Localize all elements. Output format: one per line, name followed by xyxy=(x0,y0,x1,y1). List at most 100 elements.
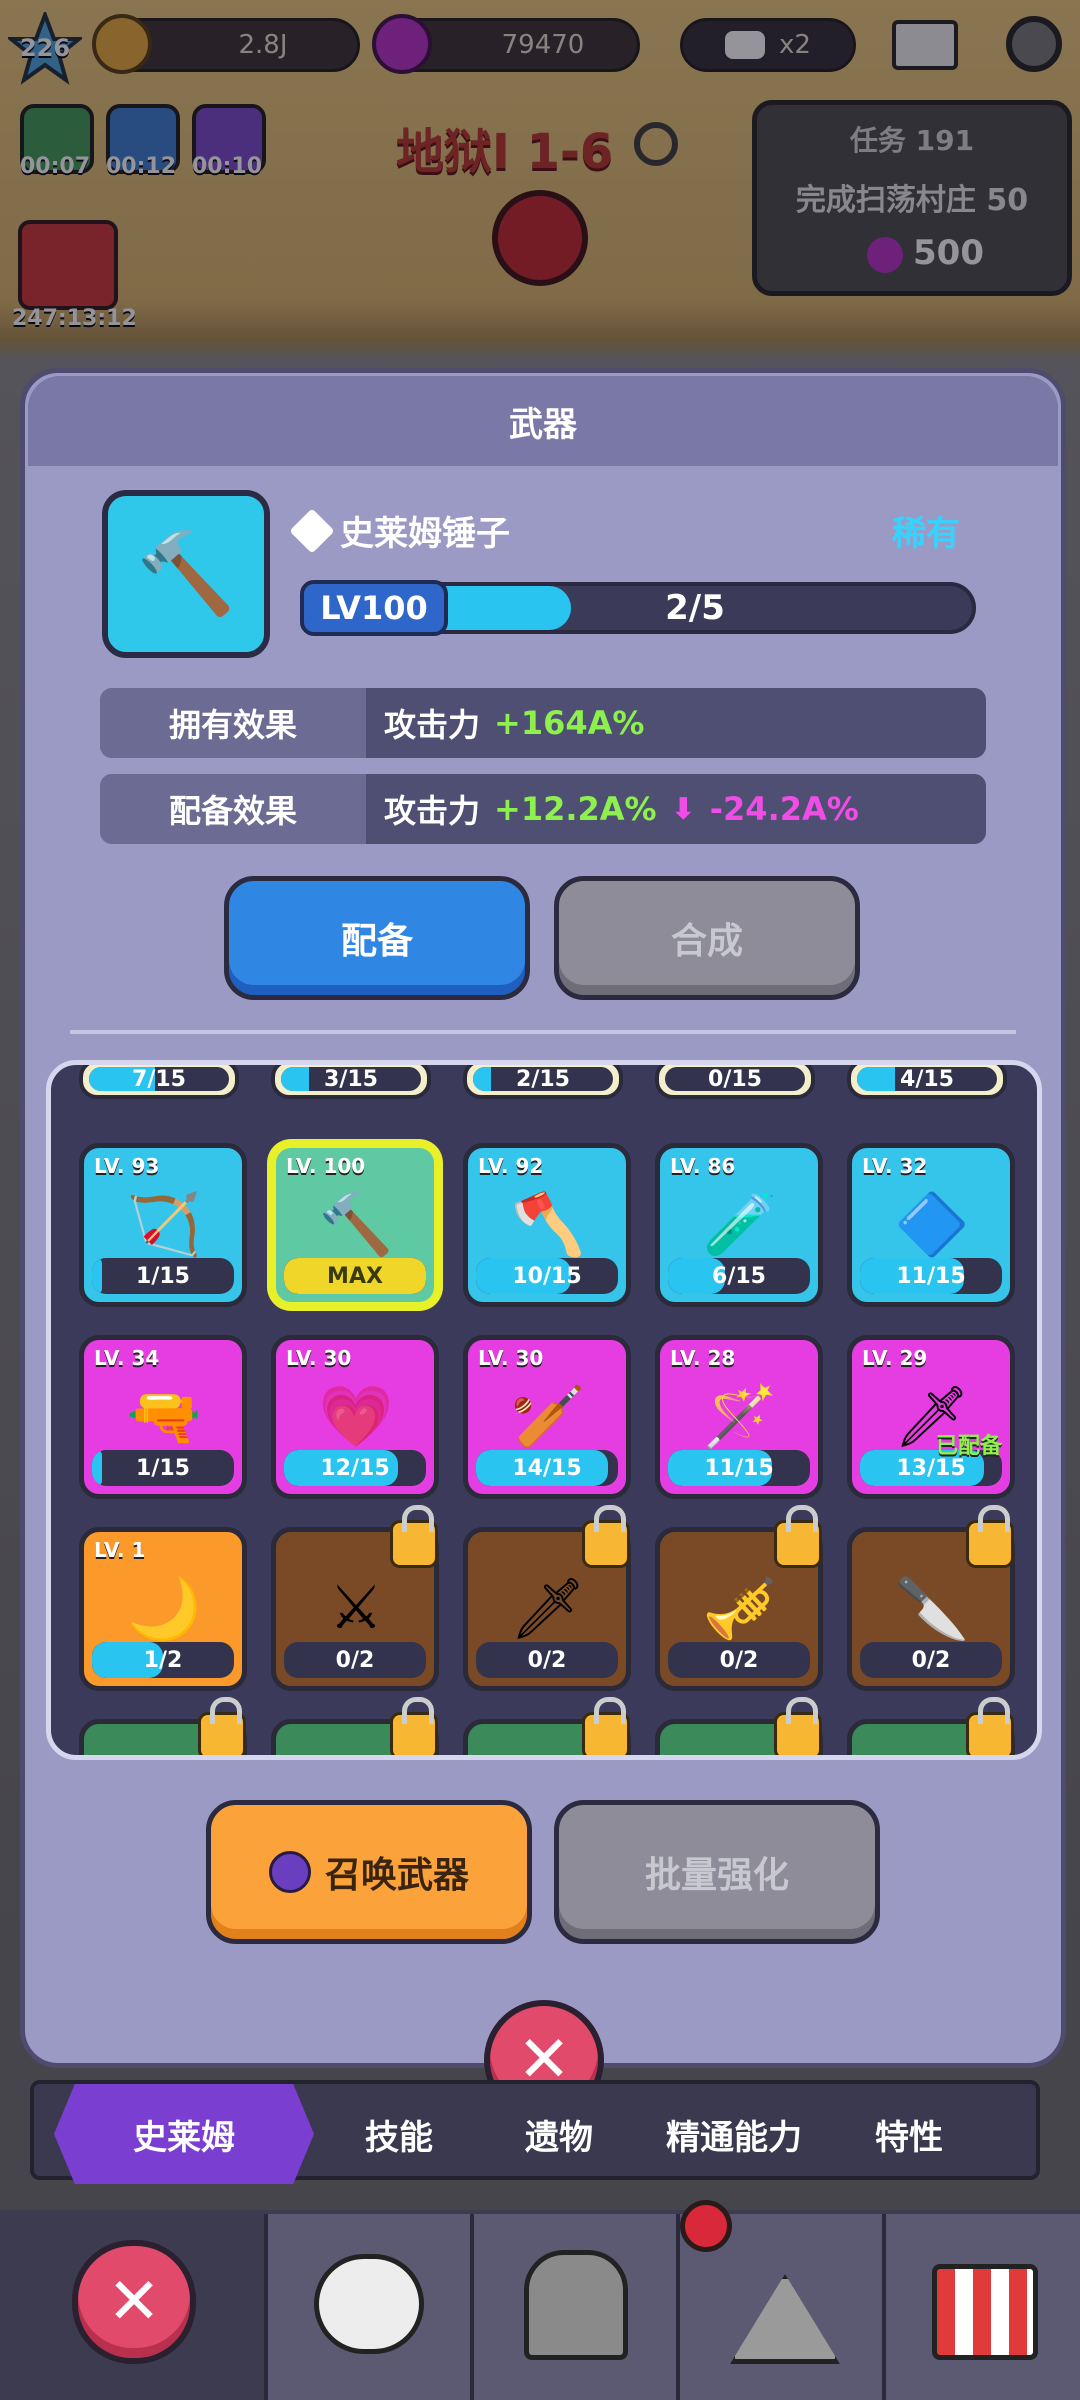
own-effect-stat: 攻击力 xyxy=(384,706,481,744)
weapon-name: 史莱姆锤子 xyxy=(340,514,510,554)
bottom-tabs: 史莱姆 技能 遗物 精通能力 特性 xyxy=(30,2080,1040,2184)
locked-blade-icon: 🗡 xyxy=(509,1573,587,1644)
partial-row-progress: 2/15 xyxy=(463,1065,623,1099)
bulk-upgrade-button[interactable]: 批量强化 xyxy=(554,1800,880,1944)
weapon-card[interactable]: LV. 29 🗡 13/15 已配备 xyxy=(847,1335,1015,1499)
summon-gem-icon xyxy=(268,1851,311,1893)
selected-weapon-icon: 🔨 xyxy=(102,490,270,658)
pickaxe-rock-icon xyxy=(730,2274,840,2364)
nav-dungeon[interactable] xyxy=(470,2214,676,2400)
weapon-level: LV. 29 xyxy=(862,1346,928,1370)
lock-icon xyxy=(582,1505,630,1568)
equip-effect-value-cell: 攻击力 +12.2A% ⬇ -24.2A% xyxy=(366,774,986,844)
sickle-icon: 🌙 xyxy=(126,1573,202,1644)
lock-icon xyxy=(966,1697,1014,1755)
weapon-card-locked-partial[interactable] xyxy=(463,1697,631,1755)
merge-button[interactable]: 合成 xyxy=(554,876,860,1000)
weapon-level: LV. 92 xyxy=(478,1154,544,1178)
weapon-card[interactable]: LV. 30 💗 12/15 xyxy=(271,1335,439,1499)
own-effect-label: 拥有效果 xyxy=(100,688,366,758)
equip-effect-value: +12.2A% xyxy=(494,790,657,828)
weapon-count-bar: 0/2 xyxy=(476,1642,618,1678)
nav-slime[interactable] xyxy=(264,2214,470,2400)
weapon-card[interactable]: LV. 32 🔷 11/15 xyxy=(847,1143,1015,1307)
equipped-label: 已配备 xyxy=(935,1434,1002,1459)
bottle-icon: 🧪 xyxy=(702,1189,778,1260)
magic-wand-icon: 🪄 xyxy=(702,1381,778,1452)
sword-type-icon xyxy=(289,507,335,554)
tab-slime[interactable]: 史莱姆 xyxy=(54,2084,314,2184)
weapon-card[interactable]: 🔪 0/2 xyxy=(847,1505,1015,1691)
weapon-level: LV. 1 xyxy=(94,1538,146,1562)
rarity-label: 稀有 xyxy=(892,514,960,554)
weapon-grid[interactable]: 7/15 3/15 2/15 0/15 4/15 LV. 93 🏹 1/15 LV. 100 🔨… xyxy=(46,1060,1042,1760)
own-effect-row: 拥有效果 攻击力 +164A% xyxy=(100,688,986,758)
weapon-count-bar: 1/15 xyxy=(92,1450,234,1486)
nav-mine[interactable] xyxy=(676,2200,882,2400)
weapon-card[interactable]: ⚔ 0/2 xyxy=(271,1505,439,1691)
equip-effect-row: 配备效果 攻击力 +12.2A% ⬇ -24.2A% xyxy=(100,774,986,844)
weapon-count-bar: 0/2 xyxy=(284,1642,426,1678)
ice-hammer-icon: 🔷 xyxy=(894,1189,970,1260)
weapon-card-locked-partial[interactable] xyxy=(655,1697,823,1755)
weapon-count-bar: 12/15 xyxy=(284,1450,426,1486)
bottom-close-button[interactable]: ✕ xyxy=(72,2240,196,2364)
weapon-card[interactable]: LV. 28 🪄 11/15 xyxy=(655,1335,823,1499)
lock-icon xyxy=(774,1505,822,1568)
lock-icon xyxy=(390,1697,438,1755)
locked-red-sword-icon: 🔪 xyxy=(894,1573,970,1644)
summon-weapon-button[interactable]: 召唤武器 xyxy=(206,1800,532,1944)
down-arrow-icon: ⬇ xyxy=(670,791,696,827)
weapon-count-bar: 0/2 xyxy=(668,1642,810,1678)
equip-effect-diff: -24.2A% xyxy=(709,790,859,828)
nav-shop[interactable] xyxy=(882,2214,1080,2400)
level-tag: LV100 xyxy=(300,580,448,636)
weapon-card[interactable]: LV. 100 🔨 MAX xyxy=(271,1143,439,1307)
lock-icon xyxy=(582,1697,630,1755)
tab-traits[interactable]: 特性 xyxy=(834,2084,984,2184)
weapon-count-bar: 11/15 xyxy=(668,1450,810,1486)
lock-icon xyxy=(966,1505,1014,1568)
own-effect-value-cell: 攻击力 +164A% xyxy=(366,688,986,758)
panel-divider xyxy=(70,1030,1016,1034)
weapon-card-locked-partial[interactable] xyxy=(271,1697,439,1755)
weapon-card-locked-partial[interactable] xyxy=(847,1697,1015,1755)
equip-effect-stat: 攻击力 xyxy=(384,792,481,830)
weapon-count-bar: 6/15 xyxy=(668,1258,810,1294)
equip-button[interactable]: 配备 xyxy=(224,876,530,1000)
weapon-count-bar: 10/15 xyxy=(476,1258,618,1294)
weapon-card[interactable]: 🎺 0/2 xyxy=(655,1505,823,1691)
weapon-count-bar: 14/15 xyxy=(476,1450,618,1486)
spiked-club-icon: 🏏 xyxy=(510,1381,586,1452)
rifle-icon: 🔫 xyxy=(126,1381,202,1452)
partial-row-progress: 4/15 xyxy=(847,1065,1007,1099)
panel-title: 武器 xyxy=(28,376,1058,466)
weapon-count-bar: 1/2 xyxy=(92,1642,234,1678)
weapon-card[interactable]: LV. 92 🪓 10/15 xyxy=(463,1143,631,1307)
close-icon: ✕ xyxy=(107,2265,161,2339)
tab-relics[interactable]: 遗物 xyxy=(484,2084,634,2184)
weapon-card[interactable]: LV. 30 🏏 14/15 xyxy=(463,1335,631,1499)
weapon-count-bar: MAX xyxy=(284,1258,426,1294)
weapon-level: LV. 28 xyxy=(670,1346,736,1370)
lock-icon xyxy=(390,1505,438,1568)
mace-icon: 🪓 xyxy=(510,1189,586,1260)
partial-row-progress: 3/15 xyxy=(271,1065,431,1099)
own-effect-value: +164A% xyxy=(494,704,645,742)
weapon-card-locked-partial[interactable] xyxy=(79,1697,247,1755)
level-progress-text: 2/5 xyxy=(665,588,725,628)
weapon-card[interactable]: LV. 86 🧪 6/15 xyxy=(655,1143,823,1307)
weapon-card[interactable]: LV. 93 🏹 1/15 xyxy=(79,1143,247,1307)
equip-effect-label: 配备效果 xyxy=(100,774,366,844)
weapon-card[interactable]: 🗡 0/2 xyxy=(463,1505,631,1691)
weapon-card[interactable]: LV. 34 🔫 1/15 xyxy=(79,1335,247,1499)
weapon-level: LV. 34 xyxy=(94,1346,160,1370)
chicken-slime-icon xyxy=(314,2254,424,2354)
tab-mastery[interactable]: 精通能力 xyxy=(644,2084,824,2184)
weapon-level: LV. 32 xyxy=(862,1154,928,1178)
weapon-card[interactable]: LV. 1 🌙 1/2 xyxy=(79,1527,247,1691)
tab-skills[interactable]: 技能 xyxy=(324,2084,474,2184)
crossbow-icon: 🏹 xyxy=(126,1189,202,1260)
weapon-name-row: 史莱姆锤子 xyxy=(289,506,510,555)
weapon-level: LV. 86 xyxy=(670,1154,736,1178)
